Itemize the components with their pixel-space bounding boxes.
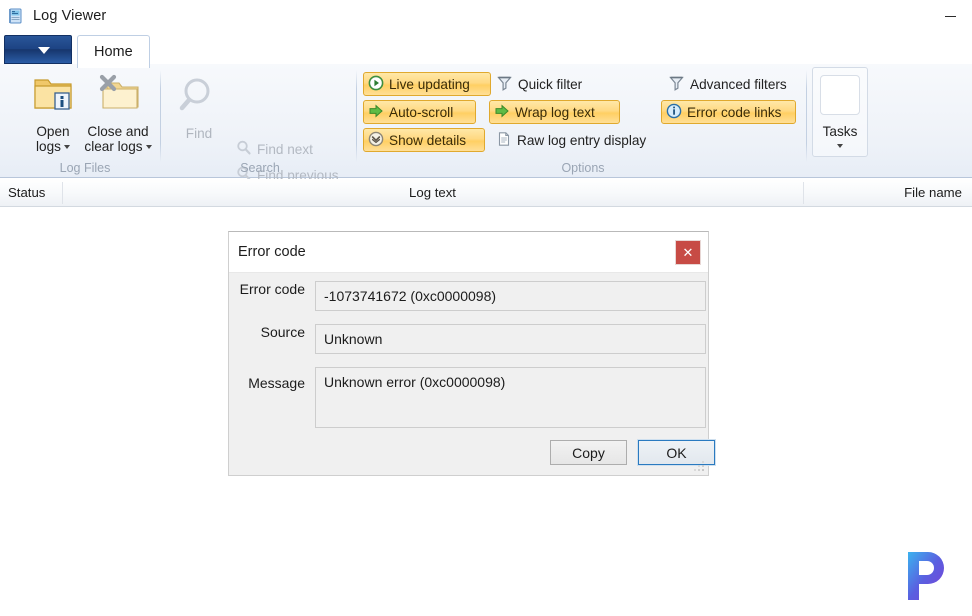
dialog-title: Error code [238, 244, 306, 260]
watermark-logo [898, 548, 954, 604]
log-table-header: Status Log text File name [0, 179, 972, 207]
dialog-field-value-message[interactable]: Unknown error (0xc0000098) [315, 367, 706, 428]
chevron-circle-down-icon [368, 131, 384, 150]
error-code-dialog: Error code ✕ Error code -1073741672 (0xc… [228, 231, 716, 476]
error-code-links-label: Error code links [687, 104, 782, 120]
close-clear-logs-icon [91, 73, 145, 120]
find-next-item[interactable]: Find next [232, 137, 319, 161]
error-code-links-toggle[interactable]: Error code links [661, 100, 796, 124]
open-logs-label-line2: logs [36, 139, 70, 154]
log-viewer-icon [8, 8, 24, 24]
group-label-options: Options [561, 161, 605, 175]
chevron-down-icon [145, 145, 152, 149]
play-circle-icon [368, 75, 384, 94]
dialog-close-button[interactable]: ✕ [675, 240, 701, 265]
show-details-toggle[interactable]: Show details [363, 128, 485, 152]
ribbon-separator-1 [160, 70, 161, 162]
dialog-title-bar: Error code ✕ [229, 232, 708, 273]
show-details-label: Show details [389, 132, 467, 148]
find-label: Find [185, 126, 213, 141]
dialog-field-label-source: Source [260, 324, 305, 340]
advanced-filters-item[interactable]: Advanced filters [664, 72, 793, 96]
tab-home[interactable]: Home [77, 35, 150, 68]
live-updating-toggle[interactable]: Live updating [363, 72, 491, 96]
title-bar: Log Viewer [0, 0, 972, 32]
chevron-down-icon [38, 47, 50, 54]
info-circle-icon [666, 103, 682, 122]
magnifier-small-icon [236, 140, 252, 159]
close-icon: ✕ [682, 245, 694, 260]
minimize-icon [944, 15, 956, 17]
document-icon [496, 131, 512, 150]
dialog-field-value-error-code[interactable]: -1073741672 (0xc0000098) [315, 281, 706, 311]
advanced-filters-label: Advanced filters [690, 76, 787, 92]
app-menu-button[interactable] [4, 35, 72, 64]
find-next-label: Find next [257, 141, 313, 157]
resize-grip-icon[interactable] [694, 461, 706, 473]
dialog-field-source: Source Unknown [229, 324, 706, 354]
funnel-icon [496, 75, 513, 94]
chevron-down-icon [837, 144, 843, 148]
close-clear-logs-button[interactable]: Close and clear logs [68, 73, 168, 154]
auto-scroll-label: Auto-scroll [389, 104, 454, 120]
dialog-field-label-error-code: Error code [239, 281, 305, 297]
auto-scroll-toggle[interactable]: Auto-scroll [363, 100, 476, 124]
dialog-field-error-code: Error code -1073741672 (0xc0000098) [229, 281, 706, 311]
dialog-field-message: Message Unknown error (0xc0000098) [229, 367, 706, 428]
ok-button-label: OK [666, 444, 687, 461]
raw-log-entry-display-item[interactable]: Raw log entry display [492, 128, 652, 152]
group-label-search: Search [240, 161, 280, 175]
raw-log-entry-display-label: Raw log entry display [517, 132, 647, 148]
close-clear-logs-label-line2: clear logs [84, 139, 152, 154]
wrap-log-text-toggle[interactable]: Wrap log text [489, 100, 620, 124]
magnifier-icon [177, 75, 221, 122]
green-arrow-icon [368, 103, 384, 122]
live-updating-label: Live updating [389, 76, 470, 92]
ribbon: Open logs Close and clear logs Log Files [0, 64, 972, 183]
funnel-icon [668, 75, 685, 94]
dialog-field-label-message: Message [248, 375, 305, 391]
wrap-log-text-label: Wrap log text [515, 104, 595, 120]
find-button[interactable]: Find [166, 75, 232, 141]
window-title: Log Viewer [33, 8, 107, 24]
green-arrow-icon [494, 103, 510, 122]
tasks-icon [820, 75, 860, 115]
column-header-log-text[interactable]: Log text [62, 179, 803, 206]
column-header-file-name[interactable]: File name [803, 179, 968, 206]
quick-filter-label: Quick filter [518, 76, 583, 92]
tasks-label: Tasks [822, 124, 858, 139]
ribbon-separator-2 [356, 70, 357, 162]
ribbon-separator-3 [806, 70, 807, 162]
copy-button-label: Copy [572, 444, 605, 461]
quick-filter-item[interactable]: Quick filter [492, 72, 588, 96]
column-header-status[interactable]: Status [8, 179, 45, 206]
group-label-log-files: Log Files [59, 161, 111, 175]
open-logs-label-line1: Open [36, 124, 70, 139]
close-clear-logs-label-line1: Close and [87, 124, 149, 139]
window-controls [928, 0, 972, 32]
copy-button[interactable]: Copy [550, 440, 627, 465]
dialog-field-value-source[interactable]: Unknown [315, 324, 706, 354]
ribbon-tab-strip: Home [0, 32, 972, 96]
minimize-button[interactable] [928, 0, 972, 32]
log-viewer-window: Log Viewer Home Open logs Close and clea… [0, 0, 972, 616]
tab-home-label: Home [94, 44, 133, 60]
tasks-button[interactable]: Tasks [812, 67, 868, 157]
